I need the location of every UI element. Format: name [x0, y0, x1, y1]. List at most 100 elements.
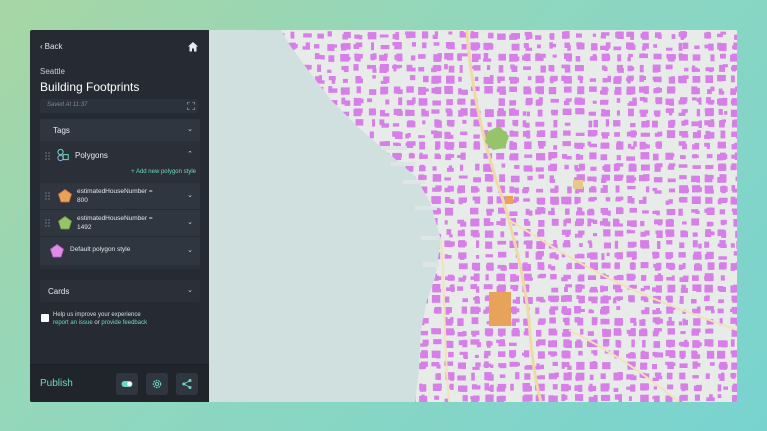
building-footprint: [588, 396, 598, 402]
share-button[interactable]: [176, 373, 198, 395]
building-footprint: [657, 131, 663, 137]
building-footprint: [718, 299, 724, 303]
building-footprint: [535, 167, 544, 172]
building-footprint: [678, 100, 686, 105]
building-800-footprint[interactable]: [505, 196, 513, 204]
breadcrumb[interactable]: Seattle: [40, 67, 65, 76]
feedback-checkbox[interactable]: [41, 314, 49, 322]
building-footprint: [591, 43, 597, 51]
chevron-up-icon[interactable]: ⌃: [186, 151, 194, 159]
building-footprint: [606, 252, 610, 257]
building-footprint: [538, 229, 545, 236]
building-footprint: [462, 119, 467, 124]
building-footprint: [593, 233, 598, 237]
building-footprint: [604, 164, 611, 172]
building-footprint: [730, 285, 736, 293]
building-footprint: [588, 130, 598, 136]
building-footprint: [667, 384, 674, 390]
building-footprint: [720, 90, 725, 95]
building-footprint: [574, 317, 580, 322]
building-footprint: [536, 133, 546, 137]
building-footprint: [524, 373, 531, 380]
map-canvas[interactable]: [209, 30, 737, 402]
building-footprint: [679, 296, 684, 304]
building-footprint: [666, 47, 673, 51]
building-footprint: [617, 372, 623, 380]
polygon-style-row[interactable]: estimatedHouseNumber = 1492 ⌄: [40, 210, 200, 237]
building-footprint: [602, 328, 607, 334]
building-footprint: [460, 131, 468, 135]
building-footprint: [483, 309, 488, 314]
building-footprint: [484, 328, 493, 336]
building-footprint: [717, 308, 724, 314]
settings-button[interactable]: [146, 373, 168, 395]
building-footprint: [460, 109, 468, 114]
home-icon[interactable]: [187, 41, 199, 53]
report-issue-link[interactable]: report an issue: [53, 320, 93, 326]
building-footprint: [602, 295, 609, 303]
building-footprint: [600, 373, 606, 379]
building-footprint: [419, 152, 423, 160]
building-footprint: [458, 88, 462, 95]
building-footprint: [704, 296, 710, 302]
drag-handle-icon[interactable]: [45, 219, 50, 227]
tags-section-header[interactable]: Tags ⌄: [40, 119, 200, 141]
chevron-down-icon[interactable]: ⌄: [186, 126, 194, 134]
building-footprint: [718, 109, 723, 115]
building-footprint: [444, 254, 448, 259]
map-layer[interactable]: [209, 30, 737, 402]
building-800-footprint[interactable]: [573, 180, 583, 189]
building-footprint: [698, 120, 702, 128]
provide-feedback-link[interactable]: provide feedback: [101, 320, 147, 326]
building-footprint: [592, 33, 596, 37]
feedback-text: Help us improve your experience: [53, 312, 141, 318]
building-footprint: [721, 372, 725, 381]
building-footprint: [563, 240, 571, 245]
expand-icon[interactable]: [187, 102, 195, 110]
chevron-down-icon[interactable]: ⌄: [186, 219, 194, 227]
building-800-footprint[interactable]: [489, 292, 511, 326]
chevron-down-icon[interactable]: ⌄: [186, 287, 194, 295]
building-footprint: [732, 45, 736, 50]
building-footprint: [462, 298, 468, 303]
building-footprint: [693, 318, 701, 326]
building-footprint: [344, 100, 351, 106]
building-footprint: [563, 130, 571, 136]
building-footprint: [575, 132, 585, 136]
building-footprint: [522, 189, 528, 194]
polygons-layer-header[interactable]: Polygons ⌃: [40, 144, 200, 166]
building-footprint: [483, 284, 493, 290]
building-footprint: [682, 143, 687, 150]
building-footprint: [627, 196, 633, 204]
back-button[interactable]: ‹ Back: [40, 42, 62, 51]
building-footprint: [642, 196, 647, 204]
building-footprint: [706, 350, 715, 359]
building-footprint: [372, 119, 375, 127]
chevron-down-icon[interactable]: ⌄: [186, 247, 194, 255]
building-footprint: [550, 65, 555, 72]
building-footprint: [600, 99, 609, 104]
chevron-down-icon[interactable]: ⌄: [186, 192, 194, 200]
building-footprint: [735, 134, 737, 139]
building-footprint: [498, 251, 507, 258]
building-footprint: [487, 122, 492, 127]
publish-button[interactable]: Publish: [40, 378, 73, 389]
building-footprint: [500, 231, 505, 238]
polygon-style-row[interactable]: estimatedHouseNumber = 800 ⌄: [40, 183, 200, 210]
polygon-style-row[interactable]: Default polygon style ⌄: [40, 237, 200, 265]
building-footprint: [721, 220, 725, 226]
building-footprint: [602, 362, 608, 369]
building-footprint: [616, 110, 620, 116]
building-footprint: [602, 210, 610, 216]
building-footprint: [445, 207, 454, 216]
drag-handle-icon[interactable]: [45, 152, 50, 160]
building-footprint: [471, 46, 478, 51]
add-polygon-style-link[interactable]: + Add new polygon style: [131, 169, 196, 175]
toggle-button[interactable]: [116, 373, 138, 395]
building-footprint: [665, 152, 674, 160]
building-footprint: [587, 331, 594, 336]
drag-handle-icon[interactable]: [45, 192, 50, 200]
building-footprint: [679, 242, 685, 249]
cards-section-header[interactable]: Cards ⌄: [40, 280, 200, 302]
building-footprint: [574, 306, 581, 314]
